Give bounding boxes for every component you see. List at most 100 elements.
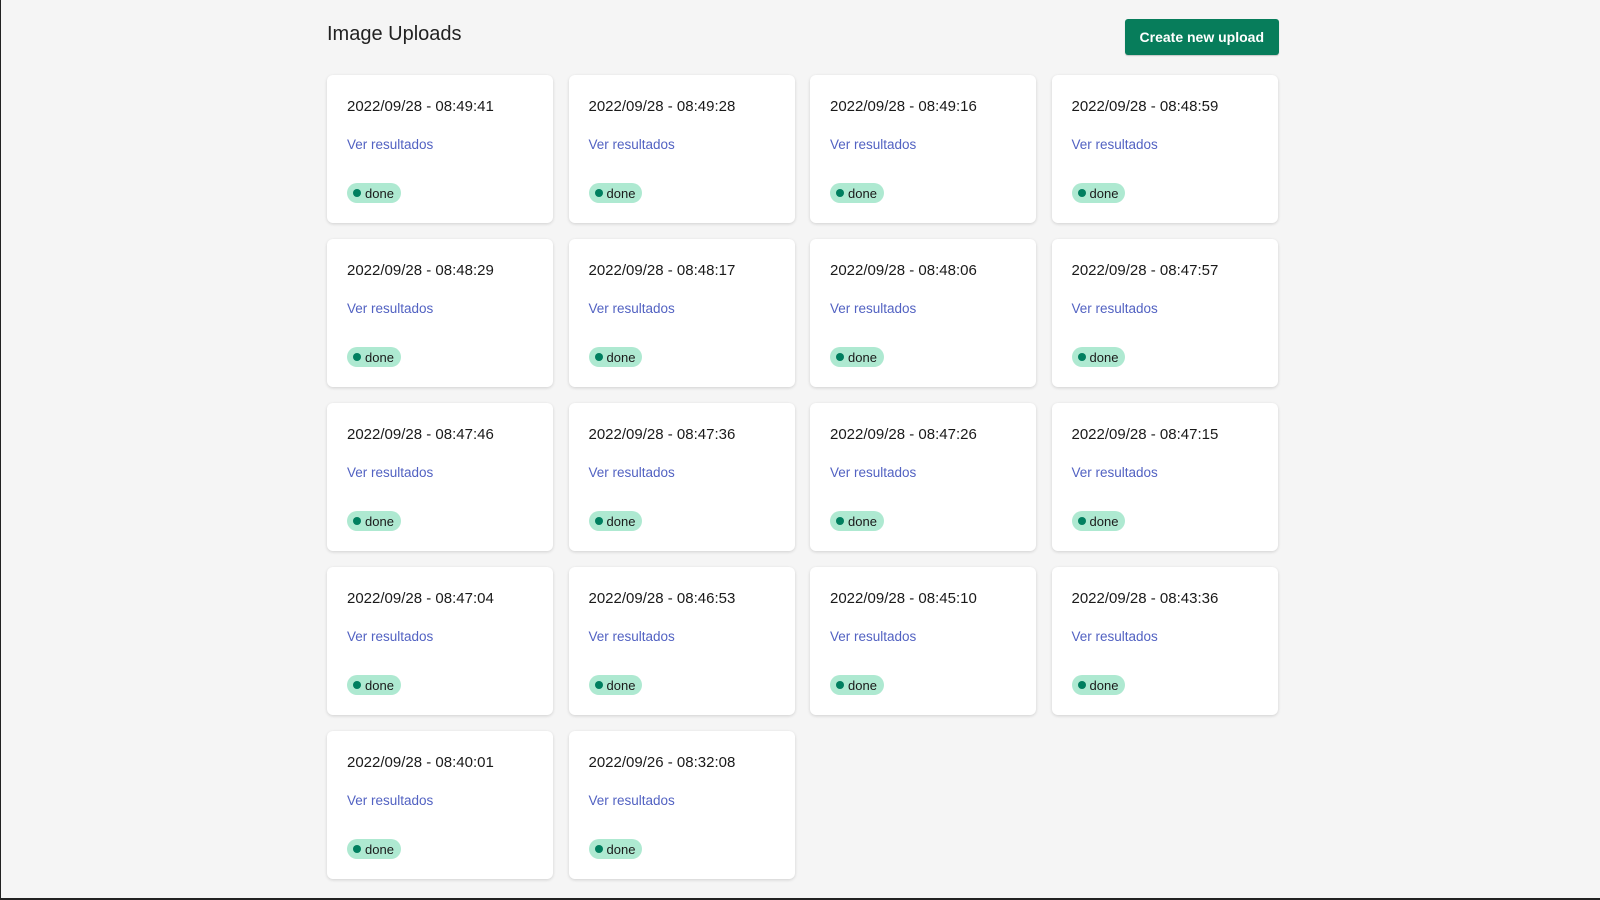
upload-card: 2022/09/28 - 08:48:06 Ver resultados don…: [810, 239, 1036, 387]
upload-date: 2022/09/28 - 08:40:01: [347, 754, 494, 771]
uploads-grid: 2022/09/28 - 08:49:41 Ver resultados don…: [327, 75, 1278, 879]
page-title: Image Uploads: [327, 22, 462, 45]
upload-date: 2022/09/28 - 08:49:28: [588, 98, 736, 115]
upload-card: 2022/09/28 - 08:46:53 Ver resultados don…: [568, 567, 795, 715]
status-badge: done: [588, 839, 643, 859]
view-results-link[interactable]: Ver resultados: [830, 137, 916, 152]
status-label: done: [1089, 513, 1119, 529]
status-badge: done: [1071, 675, 1126, 695]
create-new-upload-button[interactable]: Create new upload: [1124, 19, 1279, 55]
status-badge: done: [588, 347, 643, 367]
view-results-link[interactable]: Ver resultados: [347, 629, 433, 644]
upload-date: 2022/09/28 - 08:47:15: [1071, 426, 1219, 443]
view-results-link[interactable]: Ver resultados: [347, 465, 433, 480]
upload-card: 2022/09/28 - 08:47:04 Ver resultados don…: [327, 567, 553, 715]
status-dot-icon: [594, 189, 603, 197]
status-label: done: [1089, 677, 1119, 693]
view-results-link[interactable]: Ver resultados: [347, 793, 433, 808]
status-label: done: [365, 841, 394, 857]
status-label: done: [848, 513, 877, 529]
status-label: done: [365, 677, 394, 693]
status-dot-icon: [353, 189, 361, 197]
status-label: done: [848, 185, 877, 201]
status-badge: done: [588, 675, 643, 695]
upload-date: 2022/09/28 - 08:47:26: [830, 426, 977, 443]
main-container: Image Uploads Create new upload 2022/09/…: [327, 0, 1279, 879]
status-badge: done: [588, 183, 643, 203]
view-results-link[interactable]: Ver resultados: [830, 629, 916, 644]
view-results-link[interactable]: Ver resultados: [589, 465, 675, 480]
upload-card: 2022/09/28 - 08:49:28 Ver resultados don…: [568, 75, 795, 223]
upload-card: 2022/09/28 - 08:47:26 Ver resultados don…: [810, 403, 1036, 551]
upload-date: 2022/09/28 - 08:47:36: [588, 426, 736, 443]
status-dot-icon: [1077, 517, 1086, 525]
upload-date: 2022/09/28 - 08:46:53: [588, 590, 736, 607]
status-label: done: [848, 349, 877, 365]
status-badge: done: [1071, 183, 1126, 203]
status-label: done: [1089, 185, 1119, 201]
upload-card: 2022/09/28 - 08:47:57 Ver resultados don…: [1051, 239, 1278, 387]
status-dot-icon: [836, 353, 844, 361]
status-badge: done: [1071, 511, 1126, 531]
view-results-link[interactable]: Ver resultados: [830, 301, 916, 316]
status-label: done: [606, 677, 636, 693]
status-dot-icon: [1077, 189, 1086, 197]
upload-card: 2022/09/28 - 08:48:29 Ver resultados don…: [327, 239, 553, 387]
status-dot-icon: [594, 845, 603, 853]
view-results-link[interactable]: Ver resultados: [1072, 465, 1158, 480]
status-label: done: [365, 185, 394, 201]
upload-date: 2022/09/28 - 08:49:16: [830, 98, 977, 115]
upload-card: 2022/09/28 - 08:47:36 Ver resultados don…: [568, 403, 795, 551]
status-label: done: [606, 841, 636, 857]
status-label: done: [1089, 349, 1119, 365]
upload-card: 2022/09/28 - 08:45:10 Ver resultados don…: [810, 567, 1036, 715]
upload-card: 2022/09/28 - 08:48:17 Ver resultados don…: [568, 239, 795, 387]
upload-card: 2022/09/28 - 08:40:01 Ver resultados don…: [327, 731, 553, 879]
upload-date: 2022/09/28 - 08:47:46: [347, 426, 494, 443]
upload-date: 2022/09/28 - 08:48:29: [347, 262, 494, 279]
status-dot-icon: [353, 353, 361, 361]
status-dot-icon: [594, 353, 603, 361]
upload-date: 2022/09/28 - 08:45:10: [830, 590, 977, 607]
status-label: done: [848, 677, 877, 693]
status-label: done: [606, 513, 636, 529]
status-dot-icon: [836, 189, 844, 197]
upload-date: 2022/09/28 - 08:43:36: [1071, 590, 1219, 607]
status-dot-icon: [1077, 353, 1086, 361]
status-dot-icon: [836, 517, 844, 525]
status-dot-icon: [353, 845, 361, 853]
upload-card: 2022/09/28 - 08:49:16 Ver resultados don…: [810, 75, 1036, 223]
status-badge: done: [347, 183, 401, 203]
view-results-link[interactable]: Ver resultados: [589, 301, 675, 316]
upload-card: 2022/09/28 - 08:43:36 Ver resultados don…: [1051, 567, 1278, 715]
upload-date: 2022/09/26 - 08:32:08: [588, 754, 736, 771]
status-label: done: [606, 349, 636, 365]
upload-date: 2022/09/28 - 08:48:17: [588, 262, 736, 279]
upload-card: 2022/09/28 - 08:48:59 Ver resultados don…: [1051, 75, 1278, 223]
status-badge: done: [347, 511, 401, 531]
status-dot-icon: [594, 681, 603, 689]
upload-card: 2022/09/26 - 08:32:08 Ver resultados don…: [568, 731, 795, 879]
view-results-link[interactable]: Ver resultados: [347, 301, 433, 316]
status-label: done: [365, 349, 394, 365]
status-badge: done: [347, 675, 401, 695]
view-results-link[interactable]: Ver resultados: [589, 137, 675, 152]
upload-date: 2022/09/28 - 08:48:06: [830, 262, 977, 279]
view-results-link[interactable]: Ver resultados: [589, 793, 675, 808]
upload-date: 2022/09/28 - 08:48:59: [1071, 98, 1219, 115]
status-badge: done: [830, 511, 884, 531]
view-results-link[interactable]: Ver resultados: [589, 629, 675, 644]
view-results-link[interactable]: Ver resultados: [1072, 301, 1158, 316]
upload-card: 2022/09/28 - 08:49:41 Ver resultados don…: [327, 75, 553, 223]
status-dot-icon: [836, 681, 844, 689]
status-badge: done: [588, 511, 643, 531]
status-dot-icon: [594, 517, 603, 525]
view-results-link[interactable]: Ver resultados: [347, 137, 433, 152]
upload-date: 2022/09/28 - 08:47:04: [347, 590, 494, 607]
status-dot-icon: [1077, 681, 1086, 689]
view-results-link[interactable]: Ver resultados: [830, 465, 916, 480]
view-results-link[interactable]: Ver resultados: [1072, 629, 1158, 644]
view-results-link[interactable]: Ver resultados: [1072, 137, 1158, 152]
upload-date: 2022/09/28 - 08:49:41: [347, 98, 494, 115]
status-badge: done: [830, 183, 884, 203]
